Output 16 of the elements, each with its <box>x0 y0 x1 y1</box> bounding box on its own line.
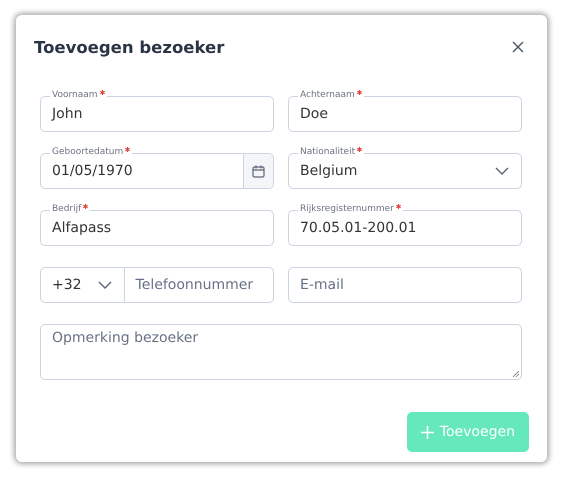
chevron-down-icon <box>495 167 509 175</box>
close-icon <box>512 41 524 53</box>
chevron-down-icon <box>98 281 112 289</box>
text-field[interactable]: John <box>40 96 274 132</box>
dialog-title: Toevoegen bezoeker <box>34 38 224 56</box>
date-field[interactable]: 01/05/1970 <box>40 153 274 189</box>
resize-grip-icon[interactable] <box>513 371 519 377</box>
calendar-icon[interactable] <box>252 164 265 178</box>
close-button[interactable] <box>510 39 526 55</box>
phone-field[interactable]: Telefoonnummer <box>124 267 274 303</box>
select-field[interactable]: Belgium <box>288 153 522 189</box>
plus-icon <box>420 426 434 438</box>
text-field[interactable]: Doe <box>288 96 522 132</box>
country-code-select[interactable]: +32 <box>40 267 125 303</box>
remark-field[interactable]: Opmerking bezoeker <box>40 324 522 380</box>
email-field[interactable]: E-mail <box>288 267 522 303</box>
